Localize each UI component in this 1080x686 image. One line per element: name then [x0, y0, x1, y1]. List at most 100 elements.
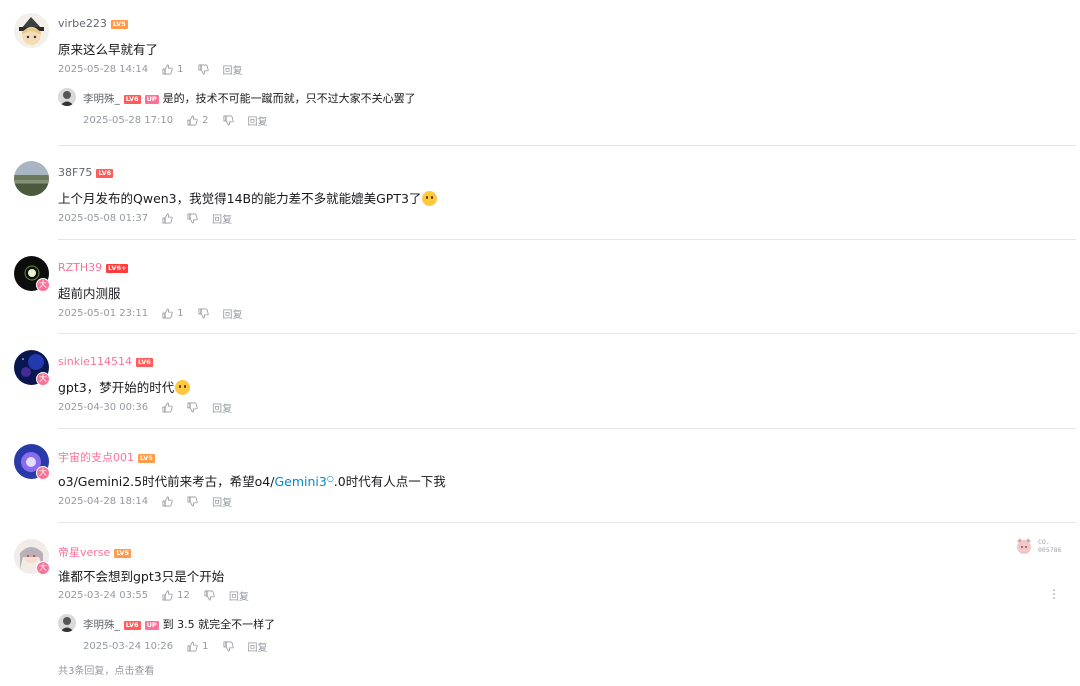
reply-username[interactable]: 李明殊_ [83, 619, 120, 631]
username[interactable]: 宇宙的支点001 LV5 [58, 449, 155, 465]
thumbs-down-icon [198, 64, 209, 75]
reply-username[interactable]: 李明殊_ [83, 93, 120, 105]
thumbs-up-icon [162, 590, 173, 601]
like-count: 1 [177, 64, 184, 75]
username[interactable]: RZTH39 LV6+ [58, 261, 129, 274]
username[interactable]: 38F75 LV6 [58, 166, 114, 179]
like-button[interactable] [162, 496, 173, 507]
timestamp: 2025-03-24 10:26 [83, 641, 174, 652]
level-badge: LV5 [110, 19, 128, 29]
comment-text: o3/Gemini2.5时代前来考古，希望o4/Gemini3○.0时代有人点一… [58, 474, 446, 489]
dislike-button[interactable] [198, 64, 209, 75]
comment-text: 谁都不会想到gpt3只是个开始 [58, 569, 225, 584]
timestamp: 2025-04-28 18:14 [58, 496, 149, 507]
thumbs-up-icon [162, 402, 173, 413]
comment-text: 上个月发布的Qwen3，我觉得14B的能力差不多就能媲美GPT3了 [58, 188, 438, 207]
thumbs-up-icon [187, 641, 198, 652]
up-badge: UP [144, 620, 159, 630]
comment-meta: 2025-05-08 01:37 回复 [58, 211, 232, 226]
reply-button[interactable]: 回复 [212, 494, 232, 509]
dislike-button[interactable] [187, 496, 198, 507]
level-badge: LV6 [96, 168, 114, 178]
like-button[interactable]: 1 [162, 308, 184, 319]
vip-badge-icon: 大 [36, 466, 50, 480]
like-button[interactable] [162, 213, 173, 224]
reply-button[interactable]: 回复 [223, 306, 243, 321]
avatar[interactable] [14, 13, 49, 48]
avatar[interactable]: 大 [14, 350, 50, 386]
avatar[interactable]: 大 [14, 256, 50, 292]
username[interactable]: virbe223 LV5 [58, 17, 128, 30]
thumbs-down-icon [223, 115, 234, 126]
level-badge: LV5 [114, 548, 132, 558]
timestamp: 2025-05-08 01:37 [58, 213, 149, 224]
more-options-icon[interactable]: ⋮ [1048, 587, 1060, 601]
like-count: 12 [177, 590, 190, 601]
fan-badge: CO. 005786 [1014, 536, 1061, 556]
avatar[interactable] [14, 161, 49, 196]
thumbs-up-icon [162, 213, 173, 224]
avatar[interactable]: 大 [14, 444, 50, 480]
vip-badge-icon: 大 [36, 278, 50, 292]
like-button[interactable] [162, 402, 173, 413]
comment-meta: 2025-05-01 23:11 1 回复 [58, 306, 243, 321]
reply-button[interactable]: 回复 [248, 113, 268, 128]
divider [58, 145, 1076, 146]
reply-avatar[interactable] [58, 88, 76, 106]
comment-meta: 2025-05-28 14:14 1 回复 [58, 62, 243, 77]
reply-text: 到 3.5 就完全不一样了 [162, 618, 276, 631]
comment-text: gpt3，梦开始的时代 [58, 377, 191, 396]
comment-text: 超前内测服 [58, 286, 121, 301]
vip-badge-icon: 大 [36, 372, 50, 386]
reply-meta: 2025-05-28 17:10 2 回复 [83, 113, 268, 128]
reply-line: 李明殊_ LV6 UP 到 3.5 就完全不一样了 [83, 616, 275, 632]
reply-button[interactable]: 回复 [212, 211, 232, 226]
fan-badge-line1: CO. [1038, 538, 1050, 546]
username[interactable]: sinkie114514 LV6 [58, 355, 153, 368]
thumbs-up-icon [187, 115, 198, 126]
reply-line: 李明殊_ LV6 UP 是的，技术不可能一蹴而就，只不过大家不关心罢了 [83, 90, 416, 106]
reply-button[interactable]: 回复 [229, 588, 249, 603]
like-button[interactable]: 12 [162, 590, 190, 601]
level-badge: LV6 [123, 94, 141, 104]
fan-badge-icon [1017, 538, 1031, 554]
thumbs-up-icon [162, 64, 173, 75]
view-more-replies-link[interactable]: 共3条回复，点击查看 [58, 662, 154, 677]
like-button[interactable]: 2 [187, 115, 209, 126]
thumbs-up-icon [162, 308, 173, 319]
vip-badge-icon: 大 [36, 561, 50, 575]
comment-text: 原来这么早就有了 [58, 42, 159, 57]
avatar[interactable]: 大 [14, 539, 50, 575]
timestamp: 2025-05-01 23:11 [58, 308, 149, 319]
timestamp: 2025-04-30 00:36 [58, 402, 149, 413]
search-link[interactable]: Gemini3 [274, 474, 326, 489]
dislike-button[interactable] [223, 641, 234, 652]
timestamp: 2025-05-28 14:14 [58, 64, 149, 75]
dislike-button[interactable] [198, 308, 209, 319]
reply-avatar[interactable] [58, 614, 76, 632]
comment-meta: 2025-04-28 18:14 回复 [58, 494, 232, 509]
reply-button[interactable]: 回复 [223, 62, 243, 77]
thumbs-down-icon [187, 496, 198, 507]
search-icon[interactable]: ○ [327, 474, 334, 483]
fan-badge-number: 005786 [1038, 546, 1062, 554]
username[interactable]: 帝星verse LV5 [58, 544, 132, 560]
timestamp: 2025-03-24 03:55 [58, 590, 149, 601]
dislike-button[interactable] [187, 213, 198, 224]
like-count: 2 [202, 115, 209, 126]
like-button[interactable]: 1 [187, 641, 209, 652]
emoji-icon [175, 380, 191, 395]
divider [58, 239, 1076, 240]
reply-button[interactable]: 回复 [212, 400, 232, 415]
reply-button[interactable]: 回复 [248, 639, 268, 654]
timestamp: 2025-05-28 17:10 [83, 115, 174, 126]
thumbs-down-icon [223, 641, 234, 652]
like-button[interactable]: 1 [162, 64, 184, 75]
dislike-button[interactable] [187, 402, 198, 413]
dislike-button[interactable] [223, 115, 234, 126]
thumbs-down-icon [198, 308, 209, 319]
divider [58, 522, 1076, 523]
thumbs-down-icon [187, 213, 198, 224]
dislike-button[interactable] [204, 590, 215, 601]
level-badge: LV6 [135, 357, 153, 367]
